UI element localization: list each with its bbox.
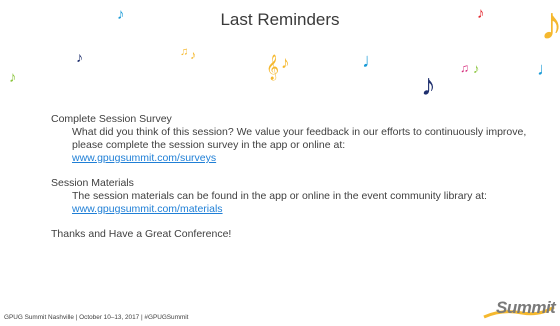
eighth-note-icon: ♪ [473, 61, 480, 76]
beamed-notes-icon: ♫ [460, 61, 469, 75]
eighth-note-icon: ♩ [362, 50, 382, 72]
survey-link[interactable]: www.gpugsummit.com/surveys [72, 152, 216, 164]
section-survey: Complete Session Survey What did you thi… [51, 113, 531, 165]
section-body: The session materials can be found in th… [51, 190, 531, 216]
eighth-note-icon: ♪ [9, 69, 17, 86]
eighth-note-icon: ♩ [537, 59, 555, 79]
slide-content: Complete Session Survey What did you thi… [51, 113, 531, 241]
beamed-notes-icon: ♫ [180, 46, 189, 58]
eighth-note-icon: ♪ [281, 53, 290, 72]
eighth-note-icon: ♪ [76, 49, 83, 65]
section-heading: Complete Session Survey [51, 113, 172, 125]
logo-word: Summit [496, 298, 556, 317]
slide-title: Last Reminders [220, 10, 340, 29]
section-body-text: What did you think of this session? We v… [72, 126, 527, 151]
section-body: What did you think of this session? We v… [51, 126, 531, 165]
closing-text: Thanks and Have a Great Conference! [51, 228, 232, 240]
materials-link[interactable]: www.gpugsummit.com/materials [72, 203, 223, 215]
slide: ♪ ♪ ♪ ♪ ♫ ♪ 𝄞 ♪ ♩ ♪ ♫ ♪ ♩ ♪ Last Reminde… [0, 0, 560, 326]
section-body-text: The session materials can be found in th… [72, 190, 487, 202]
section-heading: Session Materials [51, 177, 134, 189]
eighth-note-icon: ♪ [421, 69, 436, 102]
footer-text: GPUG Summit Nashville | October 10–13, 2… [4, 314, 189, 321]
treble-clef-icon: 𝄞 [266, 54, 280, 79]
section-materials: Session Materials The session materials … [51, 177, 531, 216]
eighth-note-icon: ♪ [190, 48, 196, 62]
summit-logo: Summit [482, 297, 556, 323]
